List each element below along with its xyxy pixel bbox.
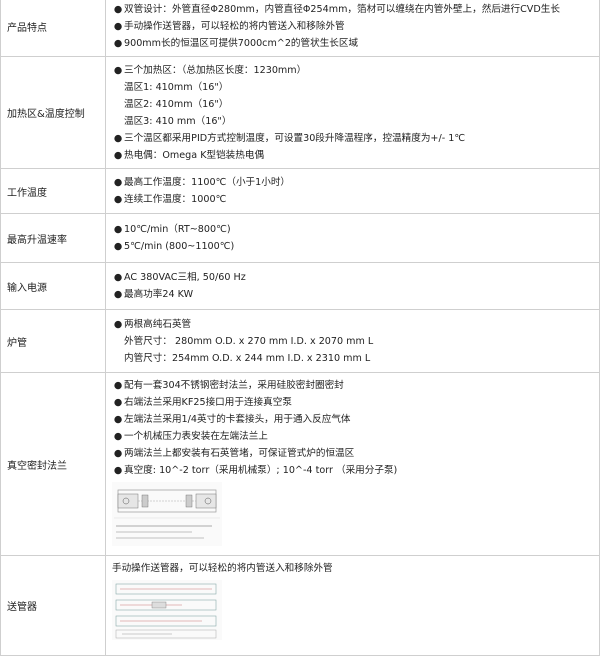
list-item: ● 最高功率24 KW: [112, 286, 599, 303]
list-item: 外管尺寸： 280mm O.D. x 270 mm I.D. x 2070 mm…: [124, 335, 374, 347]
row-value: 手动操作送管器，可以轻松的将内管送入和移除外管: [105, 555, 600, 656]
list-item: ● 真空度: 10^-2 torr（采用机械泵）; 10^-4 torr （采用分…: [112, 462, 599, 479]
list-item: ● 左端法兰采用1/4英寸的卡套接头，用于通入反应气体: [112, 411, 599, 428]
list-item: ● 10℃/min（RT~800℃): [112, 221, 599, 238]
table-row: 输入电源 ● AC 380VAC三相, 50/60 Hz ● 最高功率24 KW: [0, 262, 600, 310]
bullet-icon: ●: [113, 414, 123, 425]
list-item: ● 热电偶：Omega K型铠装热电偶: [112, 147, 599, 164]
list-item: ● 连续工作温度：1000℃: [112, 191, 599, 208]
list-item: ● 手动操作送管器，可以轻松的将内管送入和移除外管: [112, 18, 599, 35]
table-row: 最高升温速率 ● 10℃/min（RT~800℃) ● 5℃/min (800~11…: [0, 213, 600, 263]
bullet-icon: ●: [113, 4, 123, 15]
list-item: 手动操作送管器，可以轻松的将内管送入和移除外管: [112, 563, 333, 574]
list-item: ● 5℃/min (800~1100℃): [112, 238, 599, 255]
list-item: ● 三个加热区：（总加热区长度：1230mm）: [112, 62, 599, 79]
list-item: ● 最高工作温度：1100℃（小于1小时）: [112, 174, 599, 191]
bullet-icon: ●: [113, 448, 123, 459]
bullet-icon: ●: [113, 38, 123, 49]
table-row: 送管器 手动操作送管器，可以轻松的将内管送入和移除外管: [0, 555, 600, 656]
flange-diagram-icon: [112, 482, 222, 546]
row-value: ● 配有一套304不锈钢密封法兰，采用硅胶密封圈密封 ● 右端法兰采用KF25接口用…: [105, 372, 600, 556]
table-row: 真空密封法兰 ● 配有一套304不锈钢密封法兰，采用硅胶密封圈密封 ● 右端法兰采用…: [0, 372, 600, 556]
bullet-icon: ●: [113, 177, 123, 188]
row-label: 最高升温速率: [0, 213, 106, 263]
row-value: ● 10℃/min（RT~800℃) ● 5℃/min (800~1100℃): [105, 213, 600, 263]
table-row: 加热区&温度控制 ● 三个加热区：（总加热区长度：1230mm） 温区1: 410…: [0, 56, 600, 169]
row-value: ● 最高工作温度：1100℃（小于1小时） ● 连续工作温度：1000℃: [105, 168, 600, 214]
row-label: 真空密封法兰: [0, 372, 106, 556]
list-item: ● AC 380VAC三相, 50/60 Hz: [112, 269, 599, 286]
bullet-icon: ●: [113, 431, 123, 442]
list-item: ● 900mm长的恒温区可提供7000cm^2的管状生长区域: [112, 35, 599, 52]
list-item: ● 双管设计：外管直径Φ280mm，内管直径Φ254mm，箔材可以缠绕在内管外壁上…: [112, 1, 599, 18]
bullet-icon: ●: [113, 194, 123, 205]
row-label: 加热区&温度控制: [0, 56, 106, 169]
bullet-icon: ●: [113, 465, 123, 476]
table-row: 产品特点 ● 双管设计：外管直径Φ280mm，内管直径Φ254mm，箔材可以缠绕在…: [0, 0, 600, 57]
bullet-icon: ●: [113, 380, 123, 391]
bullet-icon: ●: [113, 241, 123, 252]
bullet-icon: ●: [113, 397, 123, 408]
list-item: ● 两根高纯石英管: [112, 316, 599, 333]
bullet-icon: ●: [113, 318, 123, 330]
table-row: 工作温度 ● 最高工作温度：1100℃（小于1小时） ● 连续工作温度：1000℃: [0, 168, 600, 214]
list-item: ● 三个温区都采用PID方式控制温度，可设置30段升降温程序，控温精度为+/- 1…: [112, 130, 599, 147]
list-item: 内管尺寸：254mm O.D. x 244 mm I.D. x 2310 mm …: [124, 352, 371, 364]
list-item: ● 右端法兰采用KF25接口用于连接真空泵: [112, 394, 599, 411]
list-item: 温区1: 410mm（16"）: [124, 81, 229, 93]
row-value: ● 三个加热区：（总加热区长度：1230mm） 温区1: 410mm（16"） 温…: [105, 56, 600, 169]
list-item: ● 两端法兰上都安装有石英管堵，可保证管式炉的恒温区: [112, 445, 599, 462]
row-value: ● AC 380VAC三相, 50/60 Hz ● 最高功率24 KW: [105, 262, 600, 310]
row-label: 产品特点: [0, 0, 106, 57]
bullet-icon: ●: [113, 21, 123, 32]
bullet-icon: ●: [113, 289, 123, 300]
list-item: 温区3: 410 mm（16"）: [124, 115, 232, 127]
list-item: ● 一个机械压力表安装在左端法兰上: [112, 428, 599, 445]
bullet-icon: ●: [113, 272, 123, 283]
table-row: 炉管 ● 两根高纯石英管 外管尺寸： 280mm O.D. x 270 mm I.…: [0, 309, 600, 373]
bullet-icon: ●: [113, 224, 123, 235]
bullet-icon: ●: [113, 132, 123, 144]
row-value: ● 双管设计：外管直径Φ280mm，内管直径Φ254mm，箔材可以缠绕在内管外壁上…: [105, 0, 600, 57]
list-item: 温区2: 410mm（16"）: [124, 98, 229, 110]
tube-loader-diagram: [112, 580, 599, 643]
row-value: ● 两根高纯石英管 外管尺寸： 280mm O.D. x 270 mm I.D. …: [105, 309, 600, 373]
row-label: 送管器: [0, 555, 106, 656]
bullet-icon: ●: [113, 149, 123, 161]
row-label: 工作温度: [0, 168, 106, 214]
flange-diagram: [112, 482, 599, 549]
row-label: 炉管: [0, 309, 106, 373]
bullet-icon: ●: [113, 64, 123, 76]
row-label: 输入电源: [0, 262, 106, 310]
list-item: ● 配有一套304不锈钢密封法兰，采用硅胶密封圈密封: [112, 377, 599, 394]
spec-table: 产品特点 ● 双管设计：外管直径Φ280mm，内管直径Φ254mm，箔材可以缠绕在…: [0, 0, 600, 656]
tube-loader-diagram-icon: [112, 580, 222, 640]
